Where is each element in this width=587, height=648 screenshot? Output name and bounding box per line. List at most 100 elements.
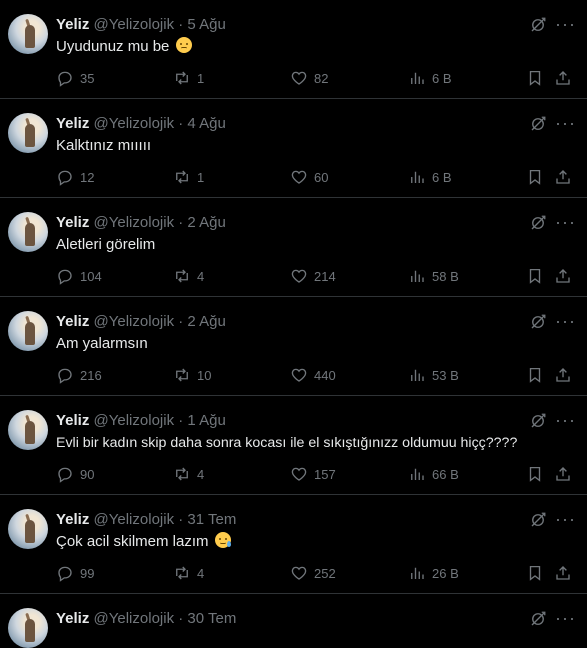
reply-icon (58, 368, 72, 384)
reply-button[interactable]: 90 (56, 464, 94, 484)
avatar[interactable] (8, 608, 48, 648)
tweet[interactable]: Yeliz @Yelizolojik · 2 Ağu ··· Am yalarm… (0, 297, 587, 396)
views-button[interactable]: 6 B (408, 167, 452, 187)
display-name[interactable]: Yeliz (56, 610, 89, 627)
avatar[interactable] (8, 410, 48, 450)
tweet[interactable]: Yeliz @Yelizolojik · 1 Ağu ··· Evli bir … (0, 396, 587, 495)
views-button[interactable]: 26 B (408, 563, 459, 583)
tweet-date[interactable]: 31 Tem (187, 511, 236, 528)
avatar[interactable] (8, 311, 48, 351)
avatar[interactable] (8, 113, 48, 153)
tweet[interactable]: Yeliz @Yelizolojik · 31 Tem ··· Çok acil… (0, 495, 587, 594)
views-icon (411, 270, 424, 282)
views-button[interactable]: 66 B (408, 464, 459, 484)
grok-icon[interactable] (529, 412, 547, 430)
like-count: 60 (314, 169, 329, 185)
display-name[interactable]: Yeliz (56, 313, 89, 330)
grok-icon[interactable] (529, 115, 547, 133)
retweet-button[interactable]: 1 (173, 167, 204, 187)
more-icon[interactable]: ··· (555, 509, 575, 529)
retweet-button[interactable]: 4 (173, 464, 204, 484)
tweet-actions: 99 4 252 26 B (56, 563, 576, 583)
more-icon[interactable]: ··· (555, 212, 575, 232)
more-icon[interactable]: ··· (555, 14, 575, 34)
reply-button[interactable]: 104 (56, 266, 102, 286)
share-button[interactable] (554, 365, 572, 385)
like-button[interactable]: 252 (290, 563, 336, 583)
share-button[interactable] (554, 563, 572, 583)
bookmark-button[interactable] (526, 563, 544, 583)
relieved-emoji-icon (175, 37, 192, 53)
tweet-text: Evli bir kadın skip daha sonra kocası il… (56, 435, 518, 451)
user-handle[interactable]: @Yelizolojik (94, 412, 175, 429)
display-name[interactable]: Yeliz (56, 115, 89, 132)
like-button[interactable]: 157 (290, 464, 336, 484)
more-icon[interactable]: ··· (555, 113, 575, 133)
like-button[interactable]: 60 (290, 167, 328, 187)
share-button[interactable] (554, 266, 572, 286)
avatar[interactable] (8, 14, 48, 54)
tweet-text: Aletleri görelim (56, 236, 156, 253)
retweet-button[interactable]: 4 (173, 266, 204, 286)
sad-sweat-emoji-icon (214, 532, 231, 548)
grok-icon[interactable] (529, 16, 547, 34)
share-button[interactable] (554, 167, 572, 187)
more-icon[interactable]: ··· (555, 311, 575, 331)
reply-button[interactable]: 35 (56, 68, 94, 88)
display-name[interactable]: Yeliz (56, 214, 89, 231)
avatar[interactable] (8, 509, 48, 549)
display-name[interactable]: Yeliz (56, 412, 89, 429)
tweet-date[interactable]: 5 Ağu (187, 16, 225, 33)
bookmark-button[interactable] (526, 365, 544, 385)
heart-icon (291, 71, 307, 85)
reply-button[interactable]: 12 (56, 167, 94, 187)
heart-icon (291, 170, 307, 184)
user-handle[interactable]: @Yelizolojik (94, 115, 175, 132)
bookmark-button[interactable] (526, 464, 544, 484)
like-button[interactable]: 440 (290, 365, 336, 385)
display-name[interactable]: Yeliz (56, 511, 89, 528)
grok-icon[interactable] (529, 313, 547, 331)
tweet[interactable]: Yeliz @Yelizolojik · 4 Ağu ··· Kalktınız… (0, 99, 587, 198)
tweet-date[interactable]: 2 Ağu (187, 214, 225, 231)
like-count: 82 (314, 70, 329, 86)
reply-button[interactable]: 216 (56, 365, 102, 385)
retweet-button[interactable]: 1 (173, 68, 204, 88)
tweet[interactable]: Yeliz @Yelizolojik · 5 Ağu ··· Uyudunuz … (0, 0, 587, 99)
display-name[interactable]: Yeliz (56, 16, 89, 33)
bookmark-button[interactable] (526, 266, 544, 286)
share-button[interactable] (554, 464, 572, 484)
bookmark-button[interactable] (526, 68, 544, 88)
user-handle[interactable]: @Yelizolojik (94, 214, 175, 231)
views-button[interactable]: 58 B (408, 266, 459, 286)
avatar[interactable] (8, 212, 48, 252)
grok-icon[interactable] (529, 610, 547, 628)
tweet[interactable]: Yeliz @Yelizolojik · 2 Ağu ··· Aletleri … (0, 198, 587, 297)
tweet[interactable]: Yeliz @Yelizolojik · 30 Tem ··· (0, 594, 587, 648)
tweet-header: Yeliz @Yelizolojik · 31 Tem (56, 511, 236, 529)
retweet-button[interactable]: 4 (173, 563, 204, 583)
more-icon[interactable]: ··· (555, 410, 575, 430)
more-icon[interactable]: ··· (555, 608, 575, 628)
views-button[interactable]: 53 B (408, 365, 459, 385)
reply-button[interactable]: 99 (56, 563, 94, 583)
like-count: 252 (314, 565, 336, 581)
user-handle[interactable]: @Yelizolojik (94, 511, 175, 528)
like-button[interactable]: 82 (290, 68, 328, 88)
tweet-date[interactable]: 30 Tem (187, 610, 236, 627)
user-handle[interactable]: @Yelizolojik (94, 16, 175, 33)
tweet-date[interactable]: 1 Ağu (187, 412, 225, 429)
user-handle[interactable]: @Yelizolojik (94, 313, 175, 330)
tweet-date[interactable]: 4 Ağu (187, 115, 225, 132)
bookmark-button[interactable] (526, 167, 544, 187)
reply-count: 90 (80, 466, 95, 482)
reply-count: 99 (80, 565, 95, 581)
tweet-date[interactable]: 2 Ağu (187, 313, 225, 330)
share-button[interactable] (554, 68, 572, 88)
grok-icon[interactable] (529, 511, 547, 529)
grok-icon[interactable] (529, 214, 547, 232)
like-button[interactable]: 214 (290, 266, 336, 286)
user-handle[interactable]: @Yelizolojik (94, 610, 175, 627)
retweet-button[interactable]: 10 (173, 365, 211, 385)
views-button[interactable]: 6 B (408, 68, 452, 88)
